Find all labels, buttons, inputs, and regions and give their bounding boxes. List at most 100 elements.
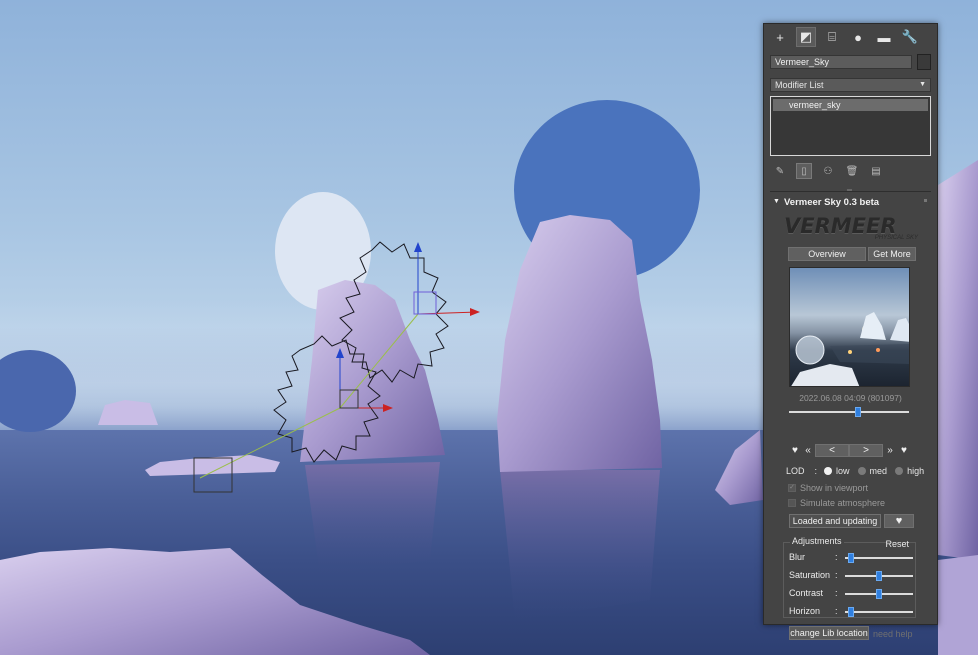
bottom-row: change Lib location need help (789, 626, 913, 640)
adjustment-slider[interactable] (845, 553, 913, 563)
adjustment-row-horizon: Horizon: (789, 606, 913, 618)
object-color-swatch[interactable] (917, 54, 931, 70)
slider-track (845, 611, 913, 613)
slider-thumb[interactable] (876, 571, 882, 581)
adjustment-slider[interactable] (845, 607, 913, 617)
adjustment-row-contrast: Contrast: (789, 588, 913, 600)
sky-preview-image[interactable] (789, 267, 910, 387)
lod-low-radio[interactable] (824, 467, 833, 475)
get-more-button[interactable]: Get More (868, 247, 916, 261)
object-name-field[interactable]: Vermeer_Sky (770, 55, 912, 69)
modifier-stack[interactable]: vermeer_sky (770, 96, 931, 156)
tab-hierarchy-icon[interactable]: ⌸ (822, 27, 842, 47)
adjustment-slider[interactable] (845, 571, 913, 581)
lod-med-radio[interactable] (857, 467, 866, 475)
resize-grip-icon[interactable]: ═ (847, 187, 857, 194)
need-help-link[interactable]: need help (873, 626, 913, 640)
iceberg-right (715, 430, 763, 505)
remove-modifier-icon[interactable]: 🗑 (844, 163, 860, 179)
tab-utilities-icon[interactable]: 🔧 (900, 27, 920, 47)
adjustment-slider[interactable] (845, 589, 913, 599)
pin-stack-icon[interactable]: ✎ (772, 163, 788, 179)
vermeer-logo: VERMEER PHYSICAL SKY (784, 214, 918, 241)
slider-thumb[interactable] (855, 407, 861, 417)
simulate-atmosphere-checkbox[interactable] (788, 499, 796, 507)
adjustment-colon: : (835, 588, 838, 598)
show-end-result-icon[interactable]: ▯ (796, 163, 812, 179)
rock-pillar-right (497, 215, 662, 472)
next-button[interactable]: > (849, 443, 883, 457)
favorite-prev-button[interactable]: ♥ (789, 444, 801, 457)
adjustment-row-blur: Blur: (789, 552, 913, 564)
adjustment-label: Saturation (789, 570, 831, 580)
tab-create-icon[interactable]: + (770, 27, 790, 47)
adjustment-label: Horizon (789, 606, 821, 616)
configure-sets-icon[interactable]: ▤ (868, 163, 884, 179)
lod-high-radio[interactable] (895, 467, 904, 475)
rollout-dot-icon (924, 199, 927, 202)
preview-scene (791, 312, 909, 386)
iceberg-right-top (938, 160, 978, 560)
rollout-header[interactable]: ▼ Vermeer Sky 0.3 beta (770, 197, 931, 211)
collapse-triangle-icon: ▼ (773, 198, 780, 205)
lod-high-label: high (907, 466, 925, 476)
show-in-viewport-row: ✓ Show in viewport (788, 482, 868, 494)
overview-button[interactable]: Overview (788, 247, 866, 261)
modifier-list-dropdown[interactable]: Modifier List ▼ (770, 78, 931, 92)
slider-thumb[interactable] (848, 553, 854, 563)
slider-thumb[interactable] (848, 607, 854, 617)
adjustment-colon: : (835, 606, 838, 616)
simulate-atmosphere-label: Simulate atmosphere (800, 498, 886, 508)
gizmo-box-upper (413, 291, 437, 315)
stack-item-vermeer-sky[interactable]: vermeer_sky (773, 99, 928, 111)
lod-med-label: med (869, 466, 888, 476)
loaded-status-button[interactable]: Loaded and updating (789, 514, 881, 528)
rock-small-left (98, 400, 158, 425)
first-button[interactable]: « (801, 444, 815, 457)
adjustment-colon: : (835, 552, 838, 562)
sky-timestamp: 2022.06.08 04:09 (801097) (799, 393, 902, 403)
adjustment-colon: : (835, 570, 838, 580)
adjustment-label: Contrast (789, 588, 824, 598)
stack-tools: ✎ ▯ ⚇ 🗑 ▤ (770, 161, 931, 181)
rock-reflection (305, 462, 440, 575)
favorite-next-button[interactable]: ♥ (897, 444, 911, 457)
ice-far-right (938, 555, 978, 655)
rock-reflection (500, 470, 660, 620)
tab-motion-icon[interactable]: ● (848, 27, 868, 47)
last-button[interactable]: » (883, 444, 897, 457)
show-in-viewport-checkbox[interactable]: ✓ (788, 484, 796, 492)
modifier-list-label: Modifier List (775, 80, 824, 90)
logo-subtext: PHYSICAL SKY (874, 235, 918, 241)
adjustment-label: Blur (789, 552, 806, 562)
slider-track (789, 411, 909, 413)
make-unique-icon[interactable]: ⚇ (820, 163, 836, 179)
slider-track (845, 557, 913, 559)
logo-word: VERMEER (784, 214, 897, 238)
change-lib-location-button[interactable]: change Lib location (789, 626, 869, 640)
sky-nav-row: ♥ « < > » ♥ (789, 443, 913, 457)
adjustment-row-saturation: Saturation: (789, 570, 913, 582)
slider-thumb[interactable] (876, 589, 882, 599)
axis-arrow-x (470, 308, 480, 316)
lod-label: LOD (786, 466, 805, 476)
adjustments-group: Adjustments Reset Blur: Saturation: Contra… (783, 536, 916, 618)
lod-colon: : (814, 466, 818, 476)
axis-arrow-z (414, 242, 422, 252)
adjustments-title: Adjustments (790, 536, 844, 546)
panel-tabs: + ◩ ⌸ ● ▬ 🔧 (764, 24, 937, 50)
show-in-viewport-label: Show in viewport (800, 483, 869, 493)
dropdown-arrow-icon: ▼ (919, 81, 926, 88)
tab-modify-icon[interactable]: ◩ (796, 27, 816, 47)
tab-display-icon[interactable]: ▬ (874, 27, 894, 47)
reset-button[interactable]: Reset (885, 539, 909, 549)
lod-row: LOD : low med high (786, 465, 924, 477)
command-panel: + ◩ ⌸ ● ▬ 🔧 Vermeer_Sky Modifier List ▼ verme… (763, 23, 938, 640)
vermeer-rollout: ▼ Vermeer Sky 0.3 beta VERMEER PHYSICAL … (770, 197, 931, 640)
heart-button[interactable]: ♥ (884, 514, 914, 528)
rollout-title: Vermeer Sky 0.3 beta (784, 197, 880, 208)
simulate-atmosphere-row: Simulate atmosphere (788, 497, 885, 509)
lod-low-label: low (836, 466, 850, 476)
prev-button[interactable]: < (815, 443, 849, 457)
timeline-slider[interactable] (789, 407, 909, 417)
